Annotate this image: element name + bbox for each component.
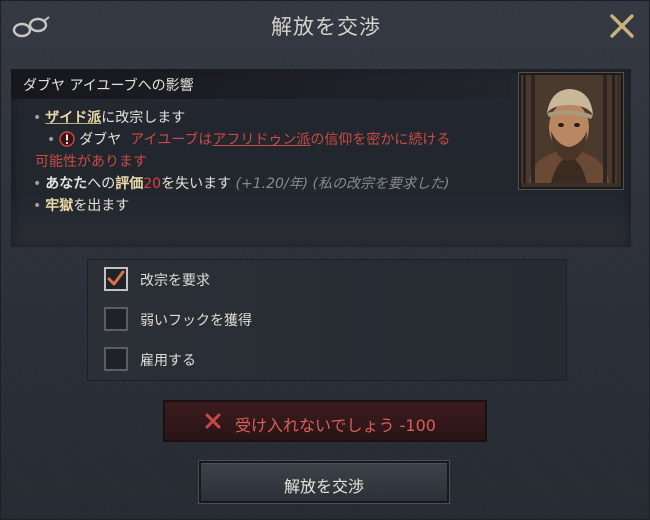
window-title: 解放を交渉 bbox=[271, 15, 381, 39]
faith-link-zaidi[interactable]: ザイド派 bbox=[45, 110, 101, 126]
option-label: 雇用する bbox=[140, 353, 196, 369]
negotiate-release-button[interactable]: 解放を交渉 bbox=[199, 461, 449, 503]
prison-link[interactable]: 牢獄 bbox=[45, 198, 73, 214]
effect-leave-prison: • 牢獄を出ます bbox=[33, 198, 130, 214]
checkbox-demand-conversion[interactable] bbox=[104, 267, 128, 291]
character-portrait[interactable] bbox=[519, 73, 623, 189]
checkbox-weak-hook[interactable] bbox=[104, 307, 128, 331]
option-recruit[interactable]: 雇用する bbox=[88, 340, 566, 380]
acceptance-value: -100 bbox=[399, 416, 436, 435]
effects-list: • ザイド派に改宗します • ダブヤ アイユーブはアフリドゥン派の信仰を密かに続ける… bbox=[33, 107, 450, 217]
checkmark-icon bbox=[107, 270, 125, 286]
effect-secret-faith: • ダブヤ アイユーブはアフリドゥン派の信仰を密かに続ける bbox=[47, 131, 451, 148]
checkbox-recruit[interactable] bbox=[104, 347, 128, 371]
character-name[interactable]: ダブヤ bbox=[79, 132, 121, 148]
title-bar: 解放を交渉 bbox=[1, 1, 650, 53]
opinion-rate: (+1.20/年) bbox=[235, 176, 309, 192]
ai-acceptance-indicator[interactable]: 受け入れないでしょう -100 bbox=[163, 400, 487, 442]
effect-opinion: • あなたへの評価20を失います (+1.20/年) (私の改宗を要求した) bbox=[33, 176, 450, 192]
warning-icon bbox=[59, 131, 75, 147]
effects-header-label: ダブヤ アイユーブへの影響 bbox=[23, 78, 194, 94]
acceptance-text: 受け入れないでしょう bbox=[235, 416, 395, 435]
opinion-link[interactable]: 評価 bbox=[115, 176, 143, 192]
option-weak-hook[interactable]: 弱いフックを獲得 bbox=[88, 300, 566, 341]
opinion-reason: (私の改宗を要求した) bbox=[312, 176, 450, 192]
option-label: 弱いフックを獲得 bbox=[140, 313, 252, 329]
option-label: 改宗を要求 bbox=[140, 273, 210, 289]
faith-link-afridun[interactable]: アフリドゥン派 bbox=[212, 132, 310, 148]
effect-convert: • ザイド派に改宗します bbox=[33, 110, 186, 126]
options-list: 改宗を要求 弱いフックを獲得 雇用する bbox=[87, 259, 567, 381]
close-icon[interactable] bbox=[607, 11, 637, 41]
negotiate-release-window: 解放を交渉 ダブヤ アイユーブへの影響 • ザイド派に改宗します • ダブヤ アイユ… bbox=[0, 0, 650, 520]
opinion-amount: 20 bbox=[143, 176, 162, 192]
effect-secret-faith-cont: 可能性があります bbox=[35, 154, 147, 170]
effects-header: ダブヤ アイユーブへの影響 bbox=[11, 69, 511, 99]
option-demand-conversion[interactable]: 改宗を要求 bbox=[88, 260, 566, 301]
negotiate-release-button-label: 解放を交渉 bbox=[283, 477, 364, 496]
cross-icon bbox=[205, 413, 221, 429]
portrait-image bbox=[521, 75, 617, 183]
